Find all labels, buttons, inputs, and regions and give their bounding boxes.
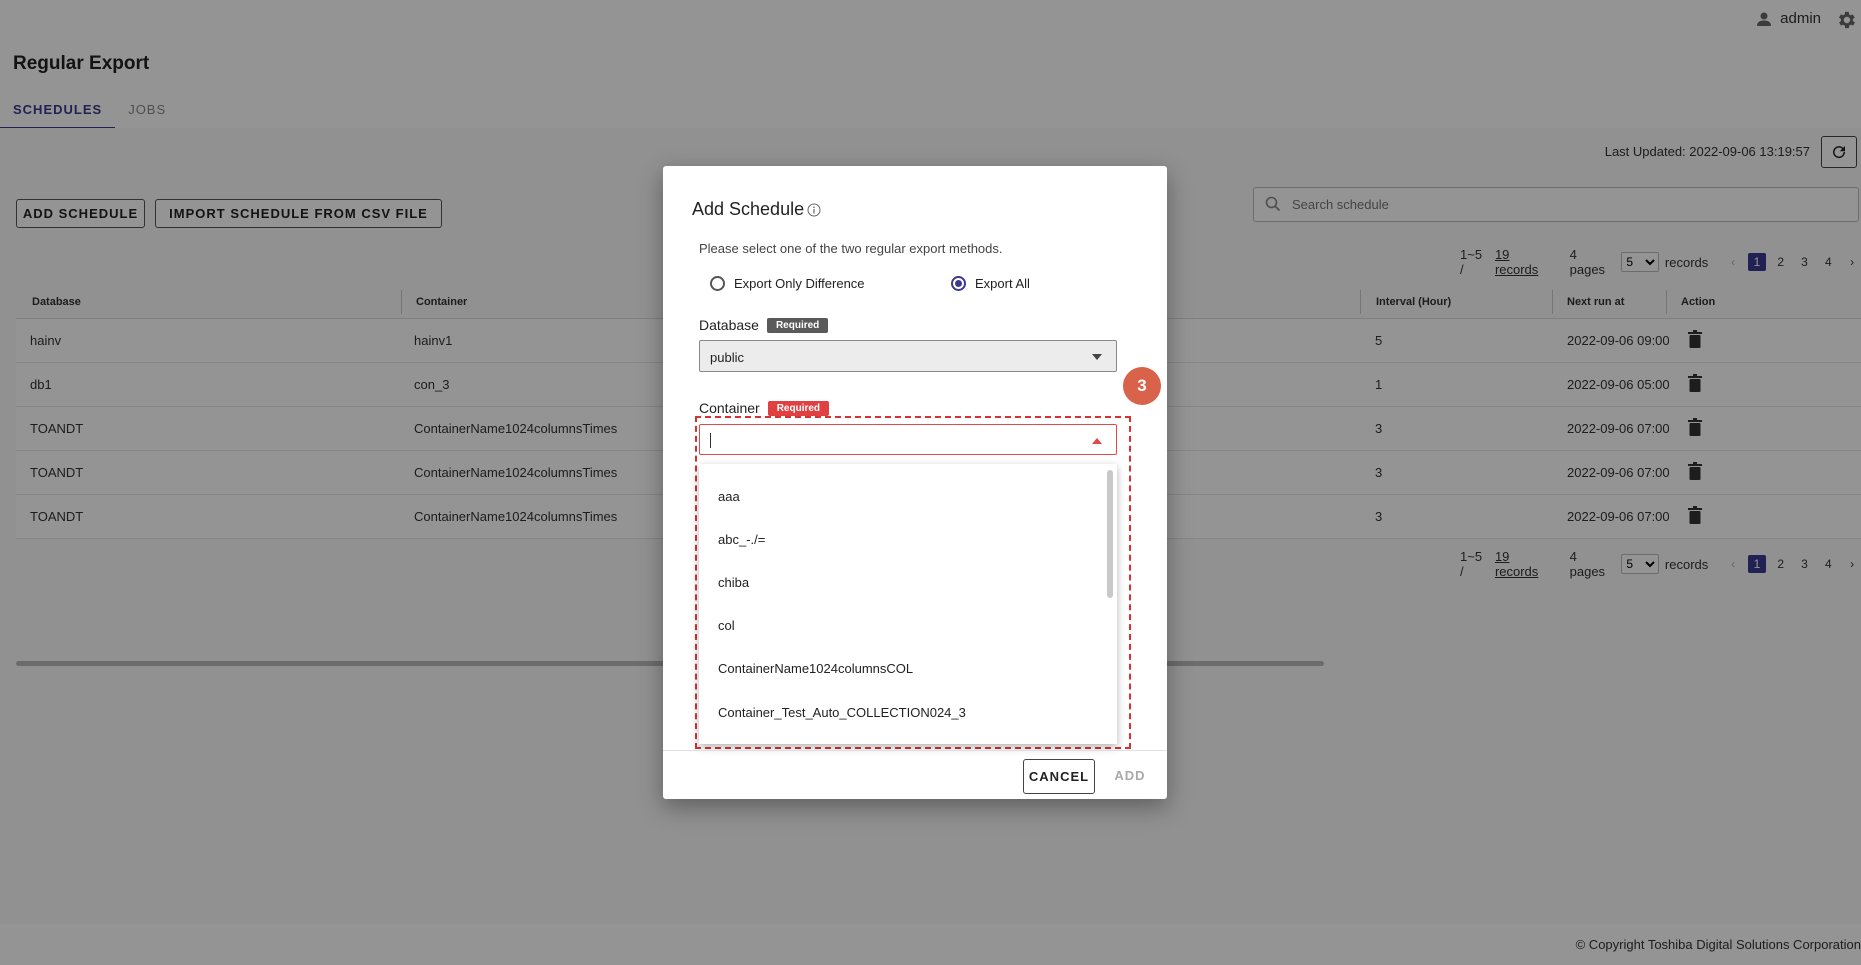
dropdown-option[interactable]: ContainerName1024columnsCOL bbox=[718, 661, 913, 676]
add-schedule-dialog: Add Schedule Please select one of the tw… bbox=[663, 166, 1167, 799]
radio-export-all[interactable]: Export All bbox=[951, 276, 1030, 291]
dialog-description: Please select one of the two regular exp… bbox=[699, 241, 1003, 256]
dialog-actions: CANCEL ADD bbox=[663, 750, 1167, 800]
dropdown-option[interactable]: Container_Test_Auto_COLLECTION024_3 bbox=[718, 705, 966, 720]
database-select-value: public bbox=[710, 350, 744, 365]
add-button[interactable]: ADD bbox=[1110, 759, 1150, 792]
text-caret bbox=[710, 433, 711, 448]
radio-label: Export All bbox=[975, 276, 1030, 291]
dropdown-scrollbar[interactable] bbox=[1107, 470, 1113, 598]
dialog-title: Add Schedule bbox=[692, 199, 821, 220]
container-dropdown-list: aaa abc_-./= chiba col ContainerName1024… bbox=[699, 464, 1117, 744]
step-number-badge: 3 bbox=[1123, 367, 1161, 405]
container-label-text: Container bbox=[699, 400, 760, 416]
dialog-title-text: Add Schedule bbox=[692, 199, 805, 219]
required-badge: Required bbox=[767, 400, 830, 416]
container-label: Container Required bbox=[699, 400, 830, 416]
container-combobox[interactable] bbox=[699, 424, 1117, 455]
dropdown-option[interactable]: chiba bbox=[718, 575, 749, 590]
chevron-down-icon bbox=[1092, 354, 1102, 360]
database-label: Database Required bbox=[699, 317, 829, 333]
radio-export-difference[interactable]: Export Only Difference bbox=[710, 276, 865, 291]
radio-button[interactable] bbox=[951, 276, 966, 291]
info-icon[interactable] bbox=[807, 203, 821, 217]
dropdown-option[interactable]: col bbox=[718, 618, 735, 633]
required-badge: Required bbox=[766, 317, 829, 333]
radio-button[interactable] bbox=[710, 276, 725, 291]
chevron-up-icon[interactable] bbox=[1092, 438, 1102, 444]
cancel-button[interactable]: CANCEL bbox=[1023, 759, 1095, 794]
radio-label: Export Only Difference bbox=[734, 276, 865, 291]
dropdown-option[interactable]: abc_-./= bbox=[718, 532, 765, 547]
database-label-text: Database bbox=[699, 317, 759, 333]
dropdown-option[interactable]: aaa bbox=[718, 489, 740, 504]
database-select[interactable]: public bbox=[699, 340, 1117, 372]
